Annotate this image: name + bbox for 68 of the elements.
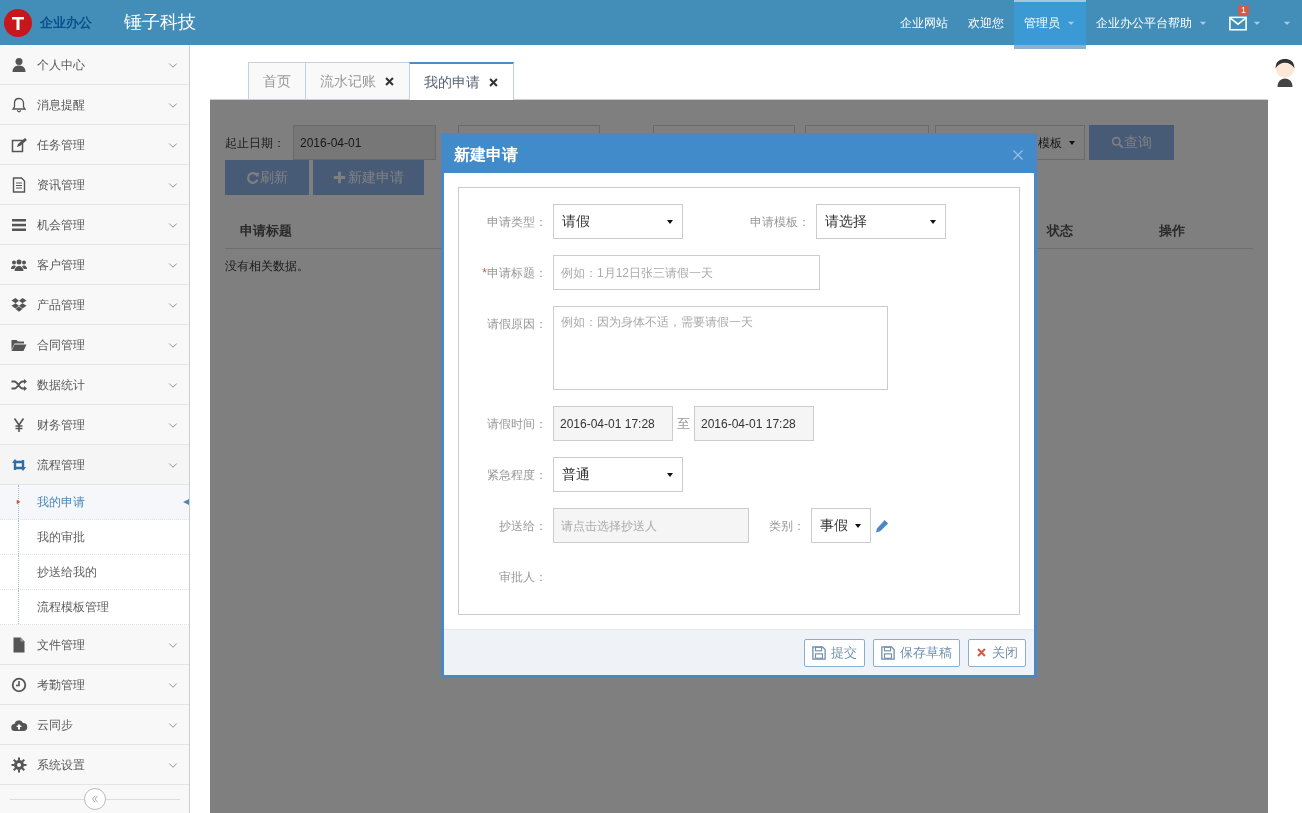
- notification-badge: 1: [1238, 5, 1249, 15]
- caret-right-icon: [16, 498, 22, 506]
- clock-icon: [10, 676, 28, 693]
- select-field[interactable]: 事假: [811, 508, 871, 543]
- date-field[interactable]: 2016-04-01 17:28: [694, 406, 814, 441]
- date-field[interactable]: 2016-04-01 17:28: [553, 406, 673, 441]
- settings-icon: [10, 756, 28, 773]
- save-button[interactable]: 保存草稿: [873, 638, 960, 667]
- tab[interactable]: 我的申请: [409, 62, 514, 100]
- floppy-icon: [812, 645, 826, 660]
- pencil-icon: [875, 518, 889, 533]
- list-icon: [10, 216, 28, 233]
- double-chevron-left-icon: [89, 794, 100, 804]
- field-label: 请假原因：: [486, 316, 548, 333]
- range-separator: 至: [677, 414, 690, 433]
- boxes-icon: [10, 296, 28, 313]
- column-header: 操作: [1158, 221, 1186, 240]
- empty-message: 没有相关数据。: [225, 259, 309, 273]
- search-icon: [1111, 136, 1124, 149]
- dialog-title: 新建申请: [454, 144, 518, 165]
- dropdown-arrow-icon: [666, 470, 674, 479]
- shuffle-icon: [10, 376, 28, 393]
- close-dialog-button[interactable]: 关闭: [968, 638, 1026, 667]
- brand-title: 锤子科技: [124, 11, 196, 34]
- date-field[interactable]: 2016-04-01: [293, 125, 436, 160]
- select-field[interactable]: 请选择: [816, 204, 946, 239]
- dropdown-arrow-icon: [666, 217, 674, 226]
- submenu-item[interactable]: 我的审批: [0, 520, 189, 555]
- save-button[interactable]: 提交: [804, 638, 865, 667]
- close-icon: [384, 75, 395, 87]
- refresh-icon: [246, 170, 260, 185]
- column-header: 状态: [1045, 221, 1074, 240]
- document-icon: [10, 176, 28, 193]
- field-label: 类别：: [768, 518, 806, 535]
- close-button[interactable]: [1012, 148, 1024, 161]
- edit-icon: [10, 136, 28, 153]
- floppy-icon: [881, 645, 895, 660]
- nav-link[interactable]: 企业网站: [890, 0, 958, 45]
- field-label: 请假时间：: [486, 416, 548, 433]
- mail-button[interactable]: 1: [1218, 0, 1272, 45]
- edit-button[interactable]: [875, 518, 889, 533]
- plus-icon: [333, 171, 346, 184]
- field-label: 审批人：: [498, 569, 548, 586]
- dropdown-arrow-icon: [854, 521, 862, 530]
- collapse-button[interactable]: [83, 788, 106, 810]
- date-label: 起止日期：: [225, 134, 285, 152]
- logo-text: 企业办公: [40, 13, 93, 32]
- nav-dropdown[interactable]: 企业办公平台帮助: [1086, 0, 1218, 45]
- field-label: 申请模板：: [749, 214, 811, 231]
- submenu-item[interactable]: 抄送给我的: [0, 555, 189, 590]
- submenu-item[interactable]: 我的申请: [0, 485, 189, 520]
- field-label: 申请类型：: [486, 214, 548, 231]
- select-field[interactable]: 请假: [553, 204, 683, 239]
- logo-icon: [4, 8, 32, 37]
- person-icon: [10, 56, 28, 73]
- field-label: 抄送给：: [498, 518, 548, 535]
- field-label: 紧急程度：: [486, 467, 548, 484]
- dropdown-arrow-icon: [929, 217, 937, 226]
- close-icon: [488, 76, 499, 88]
- column-header: 申请标题: [240, 221, 292, 240]
- bell-icon: [10, 96, 28, 113]
- submenu-item[interactable]: 流程模板管理: [0, 590, 189, 625]
- close-icon: [976, 647, 987, 658]
- select-field[interactable]: 普通: [553, 457, 683, 492]
- close-icon: [1012, 148, 1024, 161]
- dropdown-arrow-icon: [1068, 138, 1076, 147]
- field-label: *申请标题：: [481, 265, 548, 282]
- nav-link[interactable]: 欢迎您: [958, 0, 1014, 45]
